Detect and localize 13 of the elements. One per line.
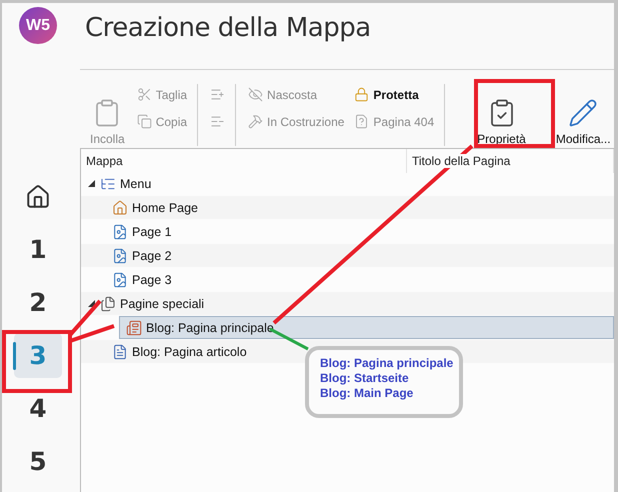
tree-item-label: Page 3 — [132, 272, 172, 286]
tree-item-label: Blog: Pagina principale — [146, 320, 274, 334]
tree-item-label: Blog: Pagina articolo — [132, 344, 247, 358]
callout-text: Blog: Pagina principale — [320, 356, 454, 370]
callout-text: Blog: Main Page — [320, 386, 414, 400]
app-logo: W5 — [19, 7, 57, 44]
tree-item-label: Pagine speciali — [120, 296, 204, 310]
tree-item-label: Menu — [120, 176, 152, 190]
callout-text: Blog: Startseite — [320, 371, 410, 385]
page-title: Creazione della Mappa — [84, 12, 372, 45]
tree-item-label: Page 2 — [132, 248, 172, 262]
tree-item-label: Home Page — [132, 200, 198, 214]
tree-item-label: Page 1 — [132, 224, 172, 238]
